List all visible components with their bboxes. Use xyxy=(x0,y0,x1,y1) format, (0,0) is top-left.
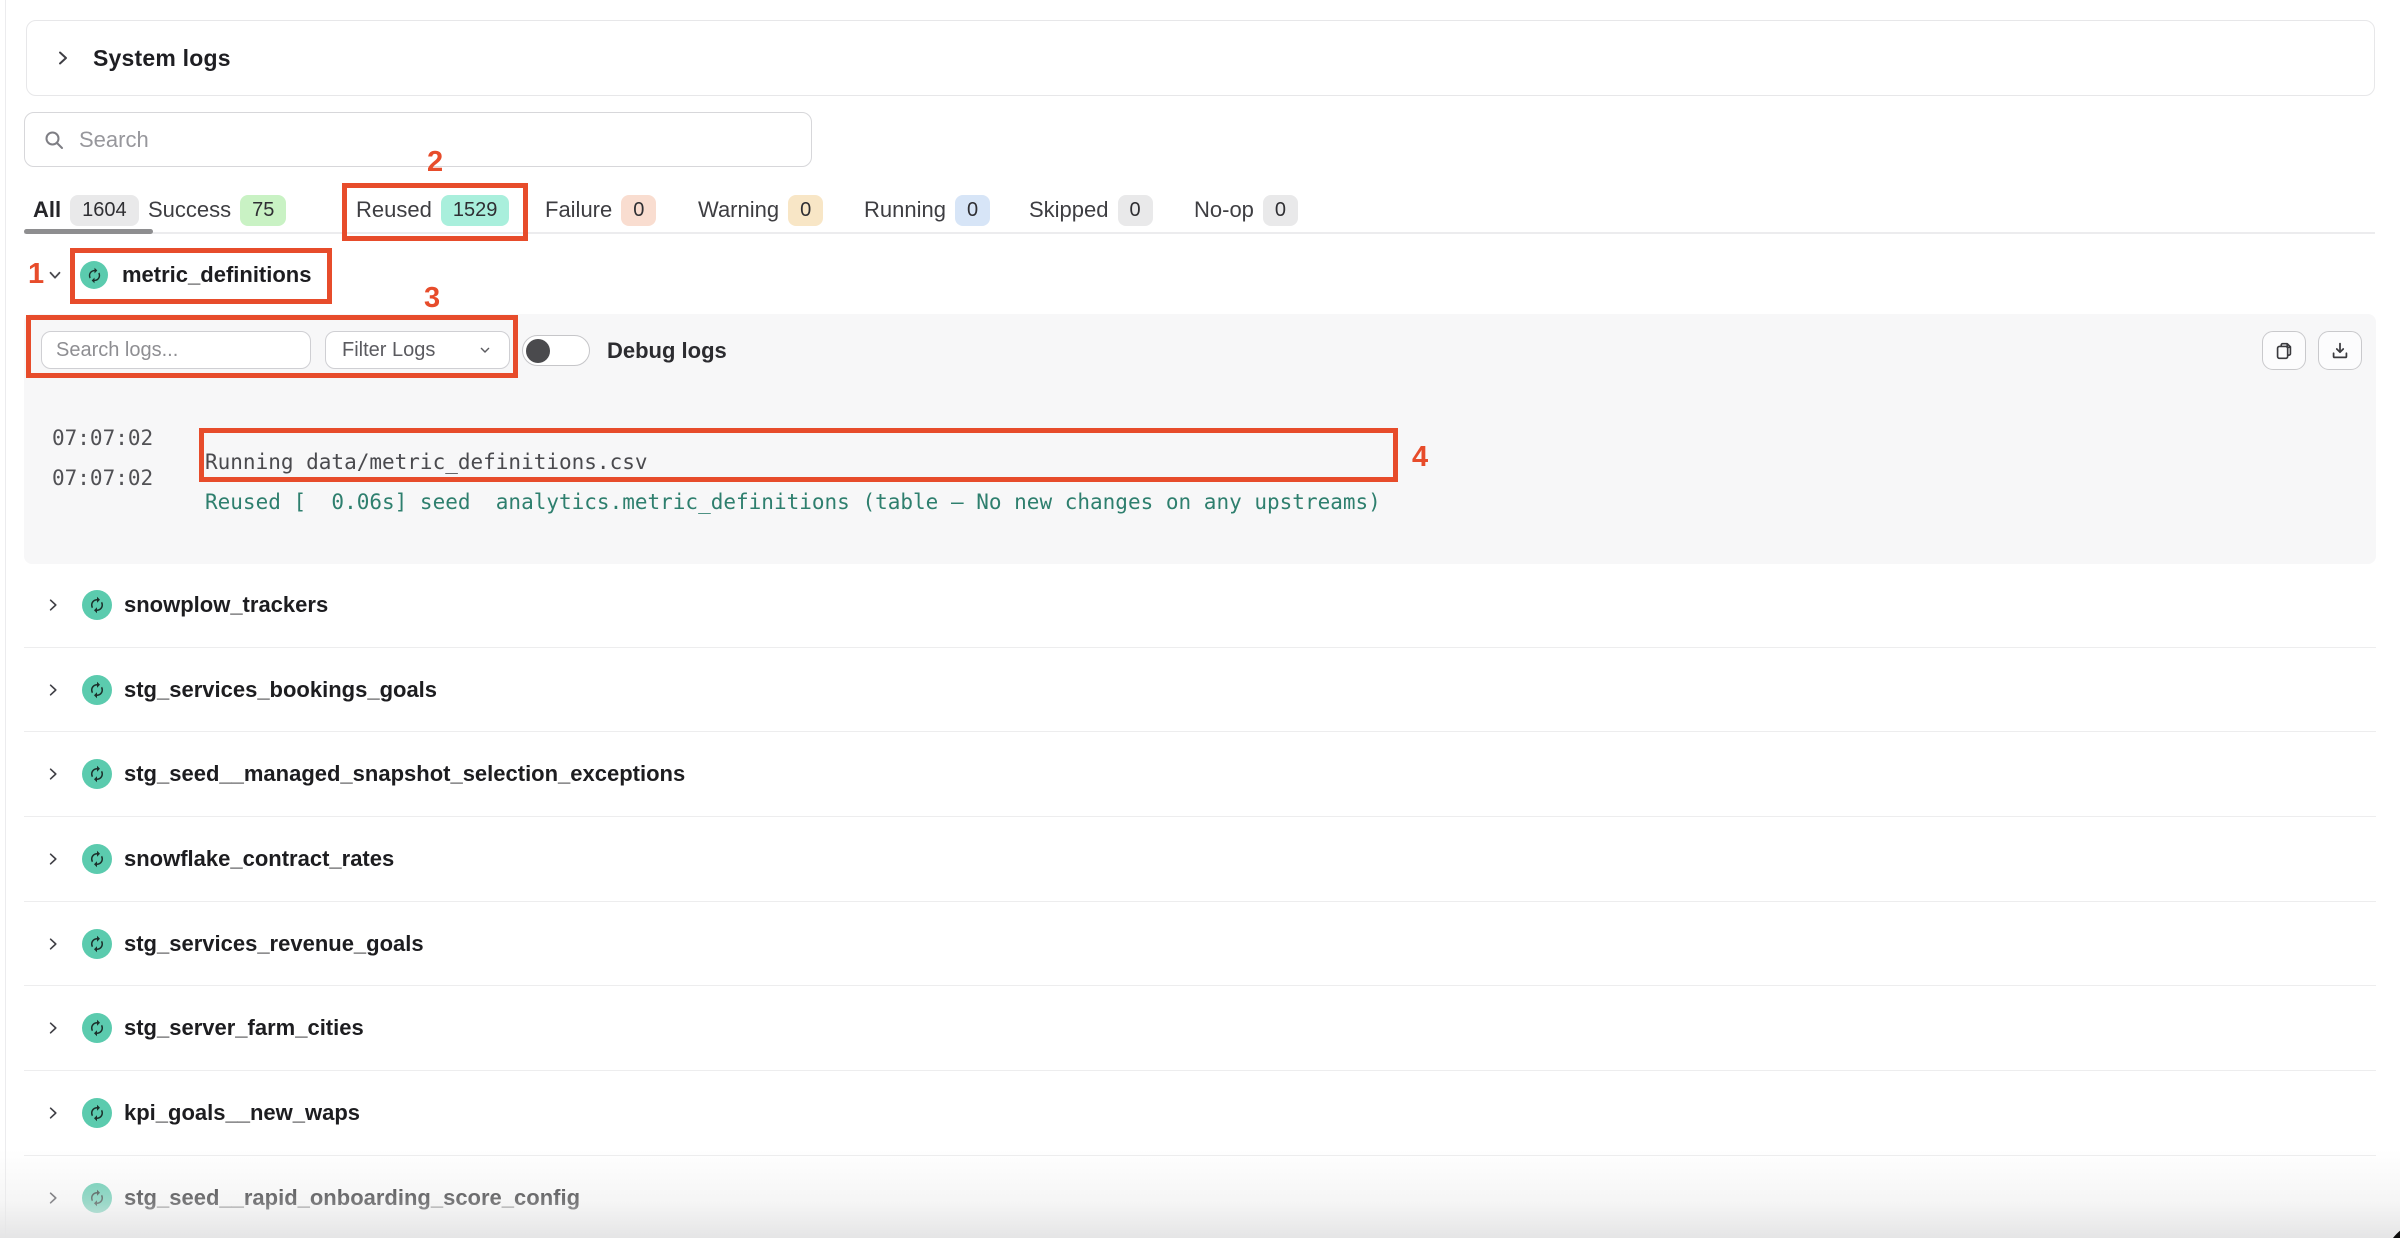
filter-logs-label: Filter Logs xyxy=(342,339,435,362)
tab-label: Warning xyxy=(698,197,779,223)
tab-count-badge: 1604 xyxy=(70,195,139,226)
debug-logs-toggle[interactable] xyxy=(522,335,590,366)
chevron-right-icon[interactable] xyxy=(45,851,61,867)
model-row-label: stg_services_revenue_goals xyxy=(124,931,424,957)
refresh-cycle-icon xyxy=(82,675,112,705)
search-placeholder: Search xyxy=(79,127,149,153)
tab-count-badge: 0 xyxy=(621,195,656,226)
model-row[interactable]: stg_seed__managed_snapshot_selection_exc… xyxy=(24,732,2376,817)
tab-label: Skipped xyxy=(1029,197,1109,223)
copy-icon xyxy=(2273,340,2295,362)
chevron-right-icon[interactable] xyxy=(45,597,61,613)
corner-overlay xyxy=(2385,1222,2400,1238)
filter-logs-dropdown[interactable]: Filter Logs xyxy=(325,331,510,369)
tab-running[interactable]: Running 0 xyxy=(864,192,990,228)
chevron-right-icon[interactable] xyxy=(45,936,61,952)
chevron-right-icon[interactable] xyxy=(53,48,73,68)
model-row[interactable]: snowflake_contract_rates xyxy=(24,817,2376,902)
model-row-label: stg_seed__rapid_onboarding_score_config xyxy=(124,1185,580,1211)
chevron-down-icon xyxy=(477,342,493,358)
model-row[interactable]: stg_server_farm_cities xyxy=(24,986,2376,1071)
model-row[interactable]: stg_services_bookings_goals xyxy=(24,648,2376,733)
annotation-number-3: 3 xyxy=(424,284,440,313)
chevron-right-icon[interactable] xyxy=(45,1020,61,1036)
log-timestamp: 07:07:02 xyxy=(52,466,153,490)
search-logs-input[interactable]: Search logs... xyxy=(41,331,311,369)
model-row[interactable]: snowplow_trackers xyxy=(24,563,2376,648)
refresh-cycle-icon xyxy=(82,1013,112,1043)
tab-no-op[interactable]: No-op 0 xyxy=(1194,192,1298,228)
tab-count-badge: 75 xyxy=(240,195,286,226)
refresh-cycle-icon xyxy=(80,261,108,289)
chevron-right-icon[interactable] xyxy=(45,1105,61,1121)
chevron-down-icon[interactable] xyxy=(46,266,64,284)
log-message: Reused [ 0.06s] seed analytics.metric_de… xyxy=(205,490,1381,514)
tab-skipped[interactable]: Skipped 0 xyxy=(1029,192,1153,228)
chevron-right-icon[interactable] xyxy=(45,682,61,698)
tab-label: Success xyxy=(148,197,231,223)
refresh-cycle-icon xyxy=(82,759,112,789)
model-row-label: stg_server_farm_cities xyxy=(124,1015,364,1041)
panel-left-divider xyxy=(5,0,6,1238)
tab-label: No-op xyxy=(1194,197,1254,223)
chevron-right-icon[interactable] xyxy=(45,766,61,782)
copy-logs-button[interactable] xyxy=(2262,331,2306,370)
download-icon xyxy=(2329,340,2351,362)
search-logs-placeholder: Search logs... xyxy=(56,339,178,362)
model-row-label: snowflake_contract_rates xyxy=(124,846,394,872)
tab-count-badge: 1529 xyxy=(441,195,510,226)
model-row-label: snowplow_trackers xyxy=(124,592,328,618)
model-rows: snowplow_trackers stg_services_bookings_… xyxy=(24,563,2376,1238)
tab-all[interactable]: All 1604 xyxy=(33,192,139,228)
model-row[interactable]: stg_services_revenue_goals xyxy=(24,902,2376,987)
refresh-cycle-icon xyxy=(82,1183,112,1213)
annotation-number-1: 1 xyxy=(28,260,44,289)
refresh-cycle-icon xyxy=(82,1098,112,1128)
download-logs-button[interactable] xyxy=(2318,331,2362,370)
model-row-label: kpi_goals__new_waps xyxy=(124,1100,360,1126)
tab-label: Failure xyxy=(545,197,612,223)
debug-logs-label: Debug logs xyxy=(607,338,727,364)
tab-count-badge: 0 xyxy=(788,195,823,226)
page-title: System logs xyxy=(93,45,231,72)
tab-reused[interactable]: Reused 1529 xyxy=(356,192,509,228)
tab-label: All xyxy=(33,197,61,223)
refresh-cycle-icon xyxy=(82,929,112,959)
log-message: Running data/metric_definitions.csv xyxy=(205,450,648,474)
tab-count-badge: 0 xyxy=(955,195,990,226)
log-timestamp: 07:07:02 xyxy=(52,426,153,450)
tab-warning[interactable]: Warning 0 xyxy=(698,192,823,228)
search-icon xyxy=(43,129,65,151)
expanded-item-label[interactable]: metric_definitions xyxy=(122,262,311,288)
search-input[interactable]: Search xyxy=(24,112,812,167)
refresh-cycle-icon xyxy=(82,590,112,620)
toggle-knob xyxy=(526,339,550,363)
tab-label: Reused xyxy=(356,197,432,223)
tab-failure[interactable]: Failure 0 xyxy=(545,192,656,228)
refresh-cycle-icon xyxy=(82,844,112,874)
tab-count-badge: 0 xyxy=(1118,195,1153,226)
tab-label: Running xyxy=(864,197,946,223)
system-logs-header[interactable]: System logs xyxy=(26,20,2375,96)
model-row-label: stg_services_bookings_goals xyxy=(124,677,437,703)
model-row-label: stg_seed__managed_snapshot_selection_exc… xyxy=(124,761,685,787)
system-logs-screen: System logs Search All 1604 Success 75 R… xyxy=(0,0,2400,1238)
tab-success[interactable]: Success 75 xyxy=(148,192,286,228)
tabs-divider xyxy=(24,232,2375,234)
active-tab-underline xyxy=(24,229,153,234)
model-row[interactable]: kpi_goals__new_waps xyxy=(24,1071,2376,1156)
chevron-right-icon[interactable] xyxy=(45,1190,61,1206)
log-line: 07:07:02 Reused [ 0.06s] seed analytics.… xyxy=(0,442,51,538)
model-row[interactable]: stg_seed__rapid_onboarding_score_config xyxy=(24,1156,2376,1238)
tab-count-badge: 0 xyxy=(1263,195,1298,226)
